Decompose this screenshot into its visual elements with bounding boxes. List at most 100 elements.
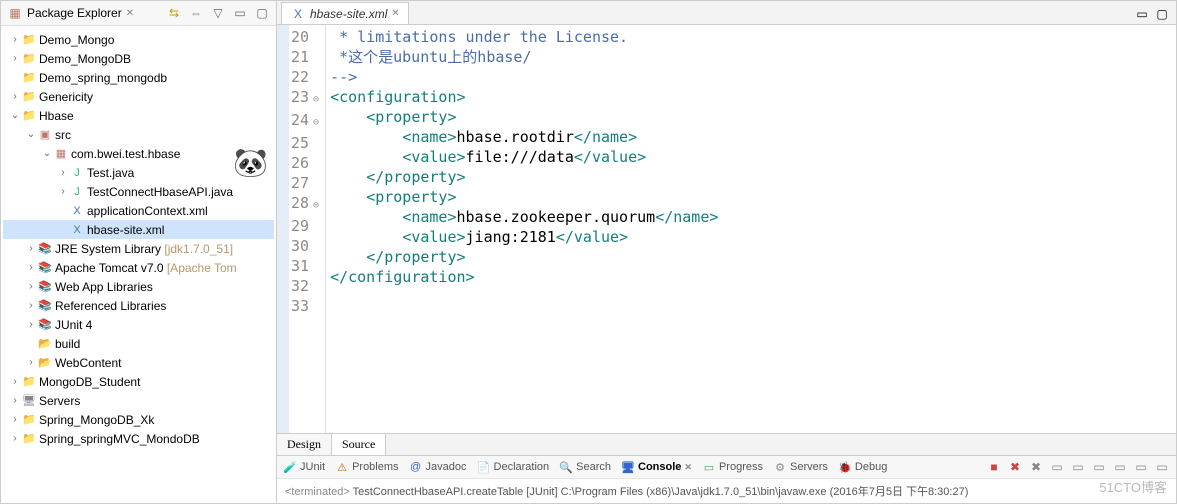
tree-node[interactable]: ›📁Genericity (3, 87, 274, 106)
marker-gutter (277, 25, 289, 433)
console-action-icon[interactable]: ▭ (1070, 459, 1086, 475)
proj-icon: 📁 (21, 374, 37, 390)
design-tab[interactable]: Design (277, 434, 332, 455)
tree-node[interactable]: ›🖥Servers (3, 391, 274, 410)
tree-node[interactable]: ›JTestConnectHbaseAPI.java (3, 182, 274, 201)
bottom-tab-junit[interactable]: 🧪JUnit (283, 460, 325, 474)
close-tab-icon[interactable]: ✕ (391, 8, 399, 19)
tree-twisty-icon[interactable]: › (9, 34, 21, 45)
tree-twisty-icon[interactable]: › (25, 300, 37, 311)
tree-node[interactable]: ›📁Spring_MongoDB_Xk (3, 410, 274, 429)
console-action-icon[interactable]: ▭ (1112, 459, 1128, 475)
tree-twisty-icon[interactable]: ⌄ (41, 148, 53, 159)
tree-node[interactable]: ›📁Demo_MongoDB (3, 49, 274, 68)
tree-node[interactable]: XapplicationContext.xml (3, 201, 274, 220)
tree-twisty-icon[interactable]: › (25, 357, 37, 368)
source-tab[interactable]: Source (332, 434, 386, 455)
bottom-tab-javadoc[interactable]: @Javadoc (409, 460, 467, 474)
xml-icon: X (69, 222, 85, 238)
tree-node-label: src (55, 128, 71, 142)
folder-icon: 📂 (37, 355, 53, 371)
tree-node[interactable]: ›📁Spring_springMVC_MondoDB (3, 429, 274, 448)
tree-node-label: Web App Libraries (55, 280, 153, 294)
tree-node[interactable]: ›📚JRE System Library [jdk1.7.0_51] (3, 239, 274, 258)
tree-node[interactable]: 📂build (3, 334, 274, 353)
tree-node[interactable]: ›📚Referenced Libraries (3, 296, 274, 315)
console-action-icon[interactable]: ▭ (1133, 459, 1149, 475)
tree-node-label: com.bwei.test.hbase (71, 147, 180, 161)
maximize-view-icon[interactable]: ▢ (254, 5, 270, 21)
project-tree[interactable]: 🐼 ›📁Demo_Mongo›📁Demo_MongoDB📁Demo_spring… (1, 26, 276, 503)
xml-icon: X (69, 203, 85, 219)
tree-twisty-icon[interactable]: › (57, 186, 69, 197)
collapse-all-icon[interactable]: ⇆ (166, 5, 182, 21)
junit-icon: 🧪 (283, 460, 297, 474)
tree-node-label: hbase-site.xml (87, 223, 164, 237)
close-view-icon[interactable]: ✕ (126, 8, 134, 19)
tree-twisty-icon[interactable]: › (9, 376, 21, 387)
tree-twisty-icon[interactable]: › (9, 414, 21, 425)
tree-node[interactable]: ›📚JUnit 4 (3, 315, 274, 334)
editor-tab-hbase-site[interactable]: X hbase-site.xml ✕ (281, 2, 409, 24)
bottom-tab-search[interactable]: 🔍Search (559, 460, 611, 474)
tree-node[interactable]: ›📚Web App Libraries (3, 277, 274, 296)
line-numbers: 20212223⊖24⊖25262728⊖2930313233 (289, 25, 326, 433)
tree-twisty-icon[interactable]: › (9, 53, 21, 64)
proj-icon: 📁 (21, 32, 37, 48)
tree-node-label: JRE System Library [jdk1.7.0_51] (55, 242, 233, 256)
close-tab-icon[interactable]: ✕ (684, 462, 692, 473)
tree-twisty-icon[interactable]: › (25, 262, 37, 273)
bottom-tab-console[interactable]: 🖥Console ✕ (621, 460, 692, 474)
console-status: TestConnectHbaseAPI.createTable [JUnit] … (350, 486, 969, 498)
tree-node[interactable]: ⌄📁Hbase (3, 106, 274, 125)
console-output[interactable]: <terminated> TestConnectHbaseAPI.createT… (277, 479, 1176, 503)
bottom-tab-debug[interactable]: 🐞Debug (838, 460, 887, 474)
tree-node[interactable]: Xhbase-site.xml (3, 220, 274, 239)
tree-twisty-icon[interactable]: › (9, 395, 21, 406)
bottom-tab-declaration[interactable]: 📄Declaration (477, 460, 550, 474)
tree-node[interactable]: ⌄▣src (3, 125, 274, 144)
console-icon: 🖥 (621, 460, 635, 474)
tree-twisty-icon[interactable]: › (9, 91, 21, 102)
tree-twisty-icon[interactable]: › (9, 433, 21, 444)
tree-node[interactable]: ›📁Demo_Mongo (3, 30, 274, 49)
link-editor-icon[interactable]: ⇔ (188, 5, 204, 21)
bottom-tab-progress[interactable]: ▭Progress (702, 460, 763, 474)
sidebar-header: ▦ Package Explorer ✕ ⇆ ⇔ ▽ ▭ ▢ (1, 1, 276, 26)
maximize-editor-icon[interactable]: ▢ (1154, 6, 1170, 22)
tree-twisty-icon[interactable]: › (57, 167, 69, 178)
tree-node-label: TestConnectHbaseAPI.java (87, 185, 233, 199)
tree-node-label: Spring_MongoDB_Xk (39, 413, 154, 427)
bottom-tab-problems[interactable]: ⚠Problems (335, 460, 398, 474)
tree-twisty-icon[interactable]: ⌄ (9, 110, 21, 121)
console-action-icon[interactable]: ✖ (1007, 459, 1023, 475)
view-menu-icon[interactable]: ▽ (210, 5, 226, 21)
tree-twisty-icon[interactable]: ⌄ (25, 129, 37, 140)
minimize-view-icon[interactable]: ▭ (232, 5, 248, 21)
tree-node-detail: [Apache Tom (164, 261, 237, 275)
bottom-tabs: 🧪JUnit ⚠Problems @Javadoc 📄Declaration 🔍Sear… (277, 456, 1176, 479)
console-action-icon[interactable]: ■ (986, 459, 1002, 475)
tree-twisty-icon[interactable]: › (25, 319, 37, 330)
editor-area: X hbase-site.xml ✕ ▭ ▢ 20212223⊖24⊖25262… (277, 0, 1177, 504)
console-action-icon[interactable]: ▭ (1091, 459, 1107, 475)
tree-twisty-icon[interactable]: › (25, 281, 37, 292)
tree-node[interactable]: ›📂WebContent (3, 353, 274, 372)
console-action-icon[interactable]: ✖ (1028, 459, 1044, 475)
tree-node-label: Demo_Mongo (39, 33, 114, 47)
source-editor[interactable]: 20212223⊖24⊖25262728⊖2930313233 * limita… (277, 25, 1176, 433)
tree-node[interactable]: 📁Demo_spring_mongodb (3, 68, 274, 87)
tree-twisty-icon[interactable]: › (25, 243, 37, 254)
jar-icon: 📚 (37, 279, 53, 295)
tree-node[interactable]: ›📚Apache Tomcat v7.0 [Apache Tom (3, 258, 274, 277)
tree-node-label: Test.java (87, 166, 134, 180)
minimize-editor-icon[interactable]: ▭ (1134, 6, 1150, 22)
tree-node[interactable]: ›📁MongoDB_Student (3, 372, 274, 391)
bottom-tab-servers[interactable]: ⚙Servers (773, 460, 828, 474)
console-action-icon[interactable]: ▭ (1154, 459, 1170, 475)
console-action-icon[interactable]: ▭ (1049, 459, 1065, 475)
java-icon: J (69, 165, 85, 181)
tree-node-label: JUnit 4 (55, 318, 92, 332)
code-content[interactable]: * limitations under the License. *这个是ubu… (326, 25, 1176, 433)
debug-icon: 🐞 (838, 460, 852, 474)
